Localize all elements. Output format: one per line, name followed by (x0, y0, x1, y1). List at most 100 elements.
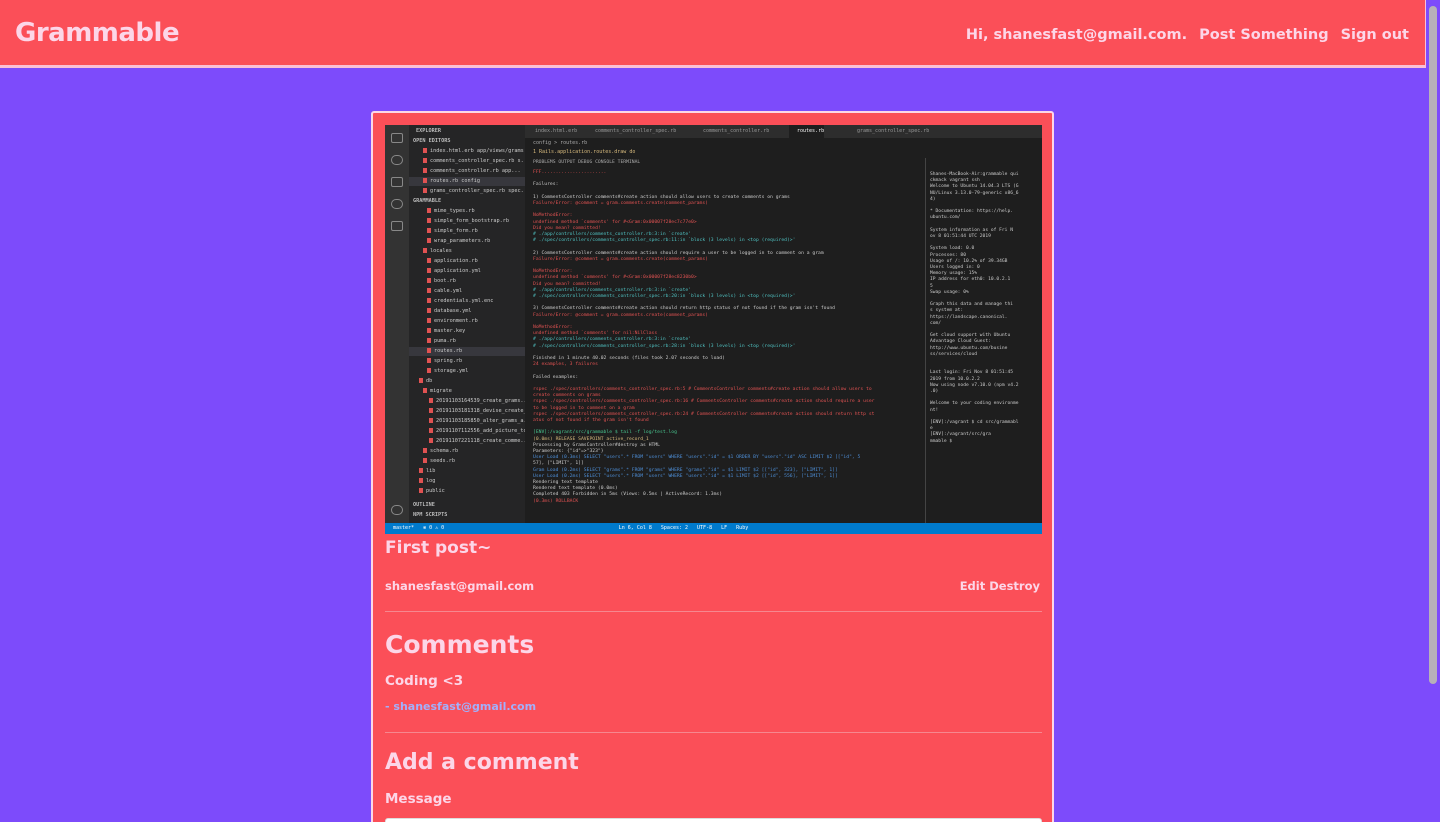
explorer-file: routes.rb config (409, 177, 525, 186)
file-name: index.html.erb app/views/grams (430, 148, 524, 154)
file-name: db (426, 378, 433, 384)
file-name: schema.rb (430, 448, 459, 454)
file-icon (427, 338, 431, 343)
explorer-file: routes.rb (409, 347, 525, 356)
file-icon (423, 188, 427, 193)
divider (385, 732, 1042, 733)
terminal-line: .0) (930, 389, 939, 394)
file-icon (427, 368, 431, 373)
terminal-line: 2019 from 10.0.2.2 (930, 376, 980, 382)
explorer-file: 20191103164539_create_grams... (409, 397, 525, 406)
terminal-line: Failures: (533, 182, 559, 188)
file-name: 20191107221118_create_comme... (436, 438, 525, 444)
terminal-line: FFF....................... (533, 170, 607, 175)
explorer-file: seeds.rb (409, 457, 525, 466)
terminal-line: System load: 0.0 (930, 246, 975, 252)
explorer-file: db (409, 377, 525, 386)
message-input[interactable] (385, 818, 1042, 822)
terminal-line: NoMethodError: (533, 213, 573, 219)
terminal-line: Failure/Error: @comment = gram.comments.… (533, 312, 708, 318)
terminal-line: [ENV]:/vagrant $ cd src/grammabl (930, 420, 1019, 425)
editor-tab: index.html.erb (535, 128, 578, 134)
editor-tab: comments_controller.rb (703, 128, 770, 134)
terminal-line: Usage of /: 10.2% of 39.34GB (930, 258, 1008, 264)
terminal-line: nt! (930, 407, 939, 413)
file-name: puma.rb (434, 338, 456, 344)
file-name: storage.yml (434, 368, 469, 374)
file-name: seeds.rb (430, 458, 455, 464)
file-name: migrate (430, 388, 452, 394)
explorer-file: grams_controller_spec.rb spec... (409, 187, 525, 196)
file-name: 20191103185850_alter_grams_a... (436, 418, 525, 424)
file-name: simple_form.rb (434, 228, 478, 234)
file-name: comments_controller.rb app... (430, 168, 521, 174)
terminal-line: # ./spec/controllers/comments_controller… (533, 238, 796, 244)
terminal-line: Advantage Cloud Guest: (930, 339, 991, 345)
explorer-file: schema.rb (409, 447, 525, 456)
file-icon (419, 378, 423, 383)
file-name: database.yml (434, 308, 472, 314)
terminal-line: [ENV]:/vagrant/src/gra (930, 432, 991, 438)
explorer-file: simple_form.rb (409, 227, 525, 236)
terminal-line: to be logged in to comment on a gram (533, 405, 635, 411)
terminal-line: undefined method `comments' for #<Gram:0… (533, 219, 697, 225)
file-icon (427, 238, 431, 243)
file-name: simple_form_bootstrap.rb (434, 218, 509, 224)
file-name: credentials.yml.enc (434, 298, 494, 304)
file-icon (423, 458, 427, 463)
edit-link[interactable]: Edit (960, 579, 986, 593)
sign-out-link[interactable]: Sign out (1341, 27, 1409, 43)
terminal-line: Did you mean? committed! (533, 281, 601, 287)
file-name: routes.rb config (430, 178, 480, 184)
file-icon (427, 328, 431, 333)
navbar: Grammable Hi, shanesfast@gmail.com. Post… (0, 0, 1426, 68)
terminal-line: System information as of Fri N (930, 227, 1013, 233)
source-control-icon (391, 177, 403, 187)
terminal-line: Completed 403 Forbidden in 5ms (Views: 0… (533, 492, 723, 498)
scrollbar-thumb[interactable] (1429, 6, 1437, 684)
brand-logo[interactable]: Grammable (15, 18, 180, 48)
terminal-line: Failed examples: (533, 374, 579, 380)
editor-tab: grams_controller_spec.rb (857, 128, 930, 134)
file-icon (427, 358, 431, 363)
terminal-line: Failure/Error: @comment = gram.comments.… (533, 256, 708, 262)
vscode-terminal-secondary: Shanes-MacBook-Air:grammable qui ckmack v… (925, 158, 1042, 523)
terminal-line: # ./app/controllers/comments_controller.… (533, 337, 692, 343)
file-icon (429, 408, 433, 413)
file-icon (427, 218, 431, 223)
message-label: Message (385, 791, 452, 807)
comment-author: - shanesfast@gmail.com (385, 700, 537, 713)
explorer-file: storage.yml (409, 367, 525, 376)
file-name: application.rb (434, 258, 478, 264)
file-icon (427, 288, 431, 293)
panel-tabs: PROBLEMS OUTPUT DEBUG CONSOLE TERMINAL (533, 160, 641, 165)
file-icon (429, 438, 433, 443)
post-something-link[interactable]: Post Something (1199, 27, 1328, 43)
terminal-line: mmable $ (930, 438, 953, 444)
terminal-line: Swap usage: 0% (930, 289, 969, 295)
terminal-line: 2) CommentsController comments#create ac… (533, 250, 824, 256)
terminal-line: com/ (930, 320, 942, 326)
destroy-link[interactable]: Destroy (989, 579, 1040, 593)
explorer-file: public (409, 487, 525, 496)
explorer-file: master.key (409, 327, 525, 336)
divider (385, 611, 1042, 612)
explorer-file: migrate (409, 387, 525, 396)
file-icon (427, 228, 431, 233)
file-name: boot.rb (434, 278, 456, 284)
page-scrollbar[interactable] (1426, 0, 1440, 822)
terminal-line: IP address for eth0: 10.0.2.1 (930, 277, 1011, 283)
file-name: public (426, 488, 445, 494)
file-name: routes.rb (434, 348, 463, 354)
explorer-file: database.yml (409, 307, 525, 316)
file-icon (423, 168, 427, 173)
explorer-file: simple_form_bootstrap.rb (409, 217, 525, 226)
terminal-line: # ./spec/controllers/comments_controller… (533, 343, 796, 349)
terminal-line: atus of not found if the gram isn't foun… (533, 418, 649, 423)
terminal-line: rspec ./spec/controllers/comments_contro… (533, 399, 875, 405)
project-header: GRAMMABLE (413, 198, 442, 204)
terminal-line: [ENV]:/vagrant/src/grammable $ tail -f l… (533, 430, 677, 436)
post-title: First post~ (385, 538, 492, 558)
post-actions: Edit Destroy (960, 579, 1040, 593)
editor-tab: routes.rb (789, 125, 825, 138)
